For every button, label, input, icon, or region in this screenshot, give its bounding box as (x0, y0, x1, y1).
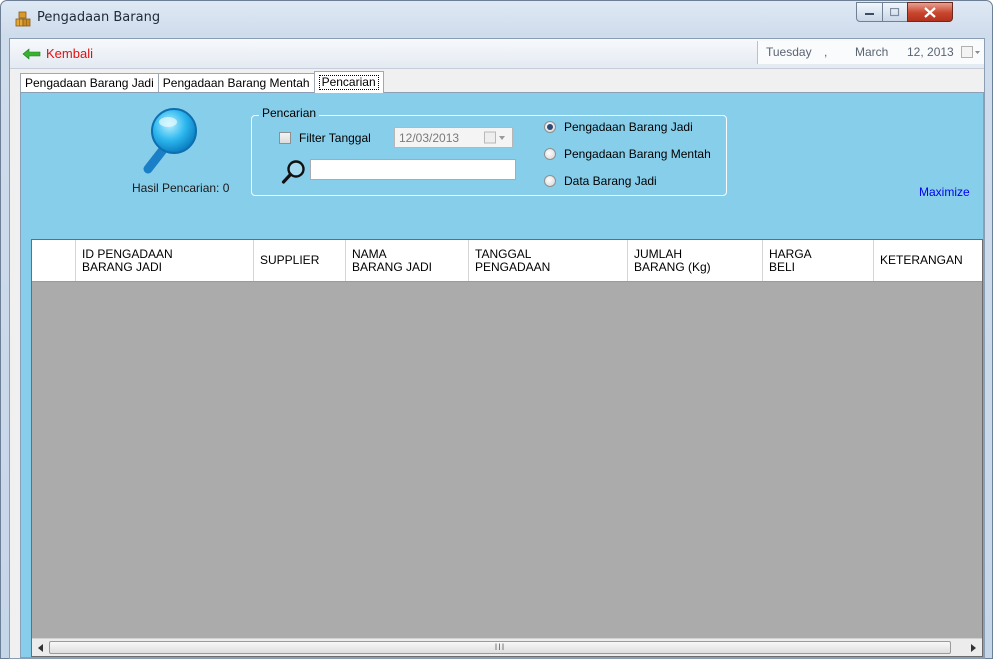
maximize-window-button[interactable] (882, 2, 908, 22)
filter-date-value: 12/03/2013 (399, 131, 460, 145)
date-picker[interactable]: Tuesday , March 12, 2013 (757, 41, 984, 64)
close-icon (924, 6, 936, 18)
app-window: Pengadaan Barang Kembali Tuesday , March… (0, 0, 993, 659)
radio-pengadaan-barang-jadi[interactable] (544, 121, 556, 133)
date-month: March (855, 45, 889, 59)
back-button[interactable]: Kembali (22, 46, 93, 61)
search-input[interactable] (310, 159, 516, 180)
column-header-label: TANGGAL PENGADAAN (475, 246, 551, 274)
column-header-id[interactable]: ID PENGADAAN BARANG JADI (76, 240, 254, 281)
column-header-label: NAMA BARANG JADI (352, 246, 433, 274)
search-panel: Hasil Pencarian: 0 Pencarian Filter Tang… (20, 92, 984, 658)
filter-date-checkbox[interactable] (279, 132, 291, 144)
minimize-button[interactable] (856, 2, 883, 22)
scroll-right-button[interactable] (965, 640, 981, 655)
row-header-corner[interactable] (32, 240, 76, 281)
chevron-left-icon (38, 643, 43, 652)
filter-date-label: Filter Tanggal (299, 131, 371, 145)
column-header-label: ID PENGADAAN BARANG JADI (82, 246, 173, 274)
date-separator: , (824, 45, 828, 59)
close-button[interactable] (907, 2, 953, 22)
grid-header: ID PENGADAAN BARANG JADI SUPPLIER NAMA B… (32, 240, 982, 282)
search-result-count: Hasil Pencarian: 0 (132, 181, 230, 195)
radio-label: Pengadaan Barang Mentah (564, 147, 711, 161)
column-header-harga[interactable]: HARGA BELI (763, 240, 874, 281)
calendar-dropdown-icon (484, 131, 505, 144)
column-header-label: JUMLAH BARANG (Kg) (634, 246, 711, 274)
window-title: Pengadaan Barang (37, 10, 161, 25)
column-header-supplier[interactable]: SUPPLIER (254, 240, 346, 281)
top-toolbar: Kembali Tuesday , March 12, 2013 (10, 39, 984, 69)
radio-label: Data Barang Jadi (564, 174, 657, 188)
tab-label: Pengadaan Barang Mentah (162, 76, 310, 90)
radio-data-barang-jadi[interactable] (544, 175, 556, 187)
radio-pengadaan-barang-mentah[interactable] (544, 148, 556, 160)
tab-pencarian[interactable]: Pencarian (313, 71, 384, 93)
data-grid[interactable]: ID PENGADAAN BARANG JADI SUPPLIER NAMA B… (31, 239, 983, 657)
calendar-dropdown-icon[interactable] (961, 45, 981, 60)
column-header-label: HARGA BELI (769, 246, 812, 274)
filter-date-picker[interactable]: 12/03/2013 (394, 127, 513, 148)
back-label: Kembali (46, 46, 93, 61)
scrollbar-grip: III (494, 642, 506, 652)
minimize-icon (864, 13, 874, 15)
scrollbar-thumb[interactable]: III (49, 641, 951, 654)
date-day-year: 12, 2013 (907, 45, 954, 59)
restore-icon (890, 7, 900, 16)
tab-pengadaan-barang-mentah[interactable]: Pengadaan Barang Mentah (157, 73, 314, 92)
search-group-label: Pencarian (259, 106, 320, 120)
radio-label: Pengadaan Barang Jadi (564, 120, 693, 134)
tab-pengadaan-barang-jadi[interactable]: Pengadaan Barang Jadi (20, 73, 158, 92)
magnifier-icon (143, 108, 197, 174)
horizontal-scrollbar[interactable]: III (32, 638, 982, 656)
date-day: Tuesday (766, 45, 812, 59)
column-header-tanggal[interactable]: TANGGAL PENGADAAN (469, 240, 628, 281)
scroll-left-button[interactable] (33, 640, 49, 655)
client-area: Kembali Tuesday , March 12, 2013 Pengada… (9, 38, 985, 659)
column-header-label: KETERANGAN (880, 253, 963, 267)
column-header-jumlah[interactable]: JUMLAH BARANG (Kg) (628, 240, 763, 281)
boxes-icon (15, 11, 31, 27)
title-bar[interactable]: Pengadaan Barang (1, 1, 992, 37)
tab-label: Pengadaan Barang Jadi (25, 76, 154, 90)
column-header-keterangan[interactable]: KETERANGAN (874, 240, 982, 281)
chevron-right-icon (971, 643, 976, 652)
column-header-nama[interactable]: NAMA BARANG JADI (346, 240, 469, 281)
tab-label: Pencarian (318, 75, 379, 90)
tab-strip: Pengadaan Barang Jadi Pengadaan Barang M… (20, 71, 384, 93)
search-icon (281, 160, 305, 184)
column-header-label: SUPPLIER (260, 253, 320, 267)
arrow-left-icon (22, 47, 41, 60)
maximize-link[interactable]: Maximize (919, 185, 970, 199)
